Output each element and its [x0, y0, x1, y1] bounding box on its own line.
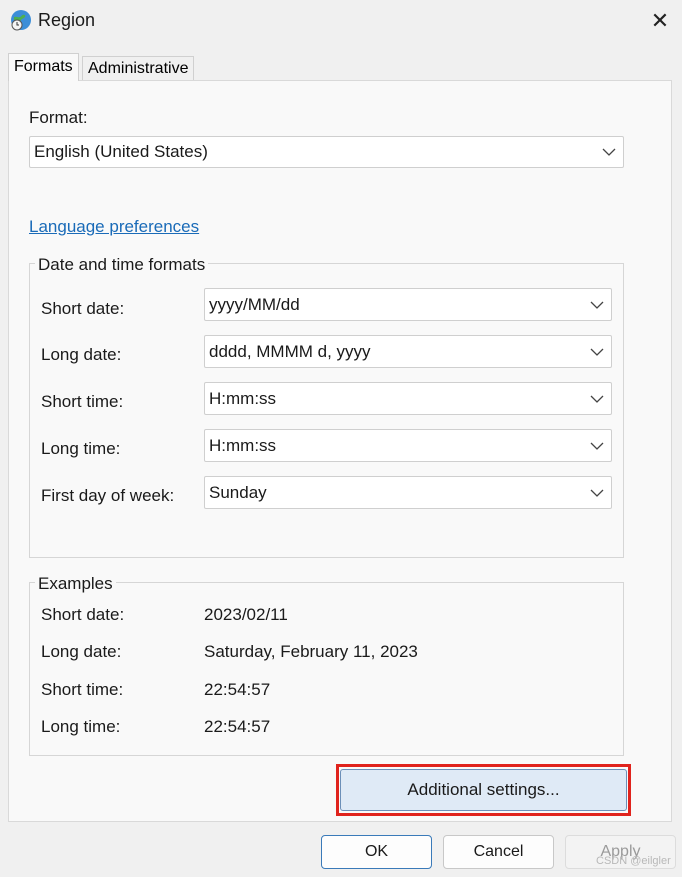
- close-icon: ✕: [650, 8, 670, 33]
- chevron-down-icon: [590, 348, 604, 356]
- tab-formats[interactable]: Formats: [8, 53, 79, 81]
- chevron-down-icon: [602, 148, 616, 156]
- format-dropdown[interactable]: English (United States): [29, 136, 624, 168]
- example-short-time-value: 22:54:57: [204, 680, 271, 699]
- date-time-formats-legend: Date and time formats: [35, 255, 209, 275]
- example-long-time-label: Long time:: [41, 717, 121, 736]
- tab-administrative[interactable]: Administrative: [82, 56, 195, 81]
- chevron-down-icon: [590, 489, 604, 497]
- example-long-time-value: 22:54:57: [204, 717, 271, 736]
- example-short-date-value: 2023/02/11: [204, 605, 288, 624]
- cancel-button[interactable]: Cancel: [443, 835, 554, 869]
- short-date-dropdown[interactable]: yyyy/MM/dd: [204, 288, 612, 321]
- short-time-label: Short time:: [41, 392, 124, 411]
- first-day-of-week-dropdown[interactable]: Sunday: [204, 476, 612, 509]
- close-button[interactable]: ✕: [643, 5, 677, 37]
- long-date-dropdown[interactable]: dddd, MMMM d, yyyy: [204, 335, 612, 368]
- format-label: Format:: [29, 108, 88, 127]
- title-bar: Region ✕: [0, 0, 682, 42]
- long-time-dropdown[interactable]: H:mm:ss: [204, 429, 612, 462]
- globe-clock-icon: [11, 10, 31, 31]
- long-time-label: Long time:: [41, 439, 121, 458]
- short-time-dropdown[interactable]: H:mm:ss: [204, 382, 612, 415]
- short-time-value: H:mm:ss: [209, 388, 277, 408]
- example-short-time-label: Short time:: [41, 680, 124, 699]
- example-long-date-label: Long date:: [41, 642, 122, 661]
- ok-button[interactable]: OK: [321, 835, 432, 869]
- chevron-down-icon: [590, 395, 604, 403]
- example-long-date-value: Saturday, February 11, 2023: [204, 642, 418, 661]
- short-date-label: Short date:: [41, 299, 125, 318]
- chevron-down-icon: [590, 301, 604, 309]
- short-date-value: yyyy/MM/dd: [209, 294, 300, 314]
- first-day-of-week-label: First day of week:: [41, 486, 175, 505]
- additional-settings-button[interactable]: Additional settings...: [340, 769, 627, 811]
- long-date-value: dddd, MMMM d, yyyy: [209, 341, 371, 361]
- watermark: CSDN @eilgler: [596, 855, 671, 867]
- example-short-date-label: Short date:: [41, 605, 125, 624]
- examples-legend: Examples: [35, 574, 116, 594]
- window-title: Region: [38, 10, 96, 30]
- format-value: English (United States): [34, 142, 208, 161]
- language-preferences-link[interactable]: Language preferences: [29, 217, 199, 237]
- long-date-label: Long date:: [41, 345, 122, 364]
- long-time-value: H:mm:ss: [209, 435, 277, 455]
- first-day-of-week-value: Sunday: [209, 482, 267, 502]
- chevron-down-icon: [590, 442, 604, 450]
